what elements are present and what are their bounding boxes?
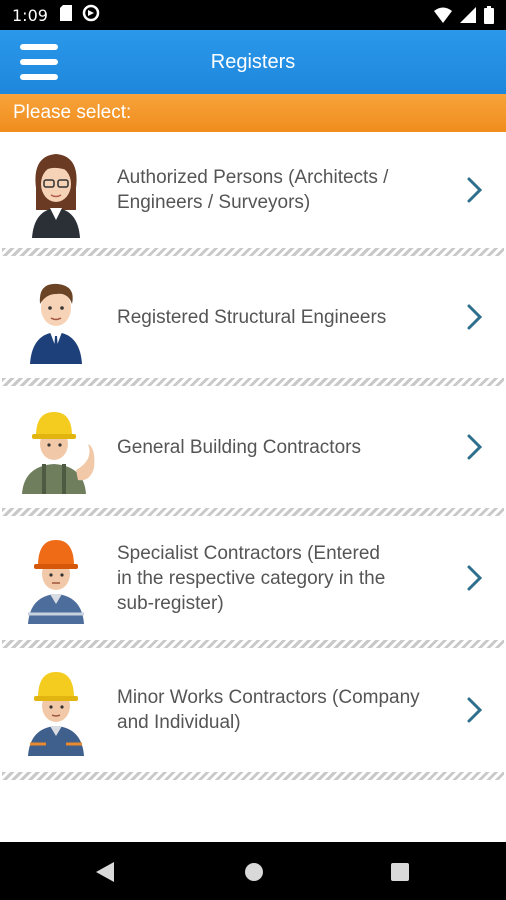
divider — [2, 640, 504, 648]
hamburger-menu-icon[interactable] — [20, 44, 58, 80]
divider — [2, 248, 504, 256]
list-item-structural-engineers[interactable]: Registered Structural Engineers — [0, 256, 506, 378]
list-item-label: Authorized Persons (Architects / Enginee… — [117, 167, 389, 213]
list-item-authorized-persons[interactable]: Authorized Persons (Architects / Enginee… — [0, 132, 506, 248]
recents-icon[interactable] — [391, 863, 409, 885]
register-list: Authorized Persons (Architects / Enginee… — [0, 132, 506, 780]
home-icon[interactable] — [244, 862, 264, 886]
select-prompt-text: Please select: — [13, 102, 132, 123]
list-item-label: Specialist Contractors (Entered in the r… — [117, 542, 386, 614]
status-icons — [434, 6, 494, 28]
system-nav-bar — [0, 842, 506, 900]
chevron-right-icon — [467, 177, 483, 203]
yellow-helmet-technician-avatar — [28, 672, 84, 756]
app-bar: Registers — [0, 30, 506, 94]
female-professional-avatar — [32, 154, 80, 238]
status-bar: 1:09 — [0, 0, 506, 30]
divider — [2, 378, 504, 386]
orange-helmet-worker-avatar — [28, 540, 84, 624]
chevron-right-icon — [467, 697, 483, 723]
battery-icon — [484, 6, 494, 28]
list-item-label: Minor Works Contractors (Company and Ind… — [117, 687, 420, 733]
list-item-general-building-contractors[interactable]: General Building Contractors — [0, 386, 506, 508]
status-time: 1:09 — [12, 5, 48, 25]
list-item-specialist-contractors[interactable]: Specialist Contractors (Entered in the r… — [0, 516, 506, 640]
divider — [2, 772, 504, 780]
chevron-right-icon — [467, 304, 483, 330]
male-engineer-avatar — [30, 283, 82, 364]
chevron-right-icon — [467, 565, 483, 591]
page-title: Registers — [210, 50, 296, 73]
select-prompt-bar: Please select: — [0, 94, 506, 132]
divider — [2, 508, 504, 516]
signal-icon — [460, 7, 476, 27]
back-icon[interactable] — [96, 862, 114, 886]
sync-icon — [82, 4, 100, 26]
sd-card-icon — [59, 5, 72, 25]
list-item-label: General Building Contractors — [117, 436, 361, 458]
wifi-icon — [434, 7, 452, 27]
chevron-right-icon — [467, 434, 483, 460]
list-item-label: Registered Structural Engineers — [117, 306, 387, 328]
list-item-minor-works-contractors[interactable]: Minor Works Contractors (Company and Ind… — [0, 648, 506, 772]
yellow-helmet-worker-avatar — [22, 412, 95, 494]
